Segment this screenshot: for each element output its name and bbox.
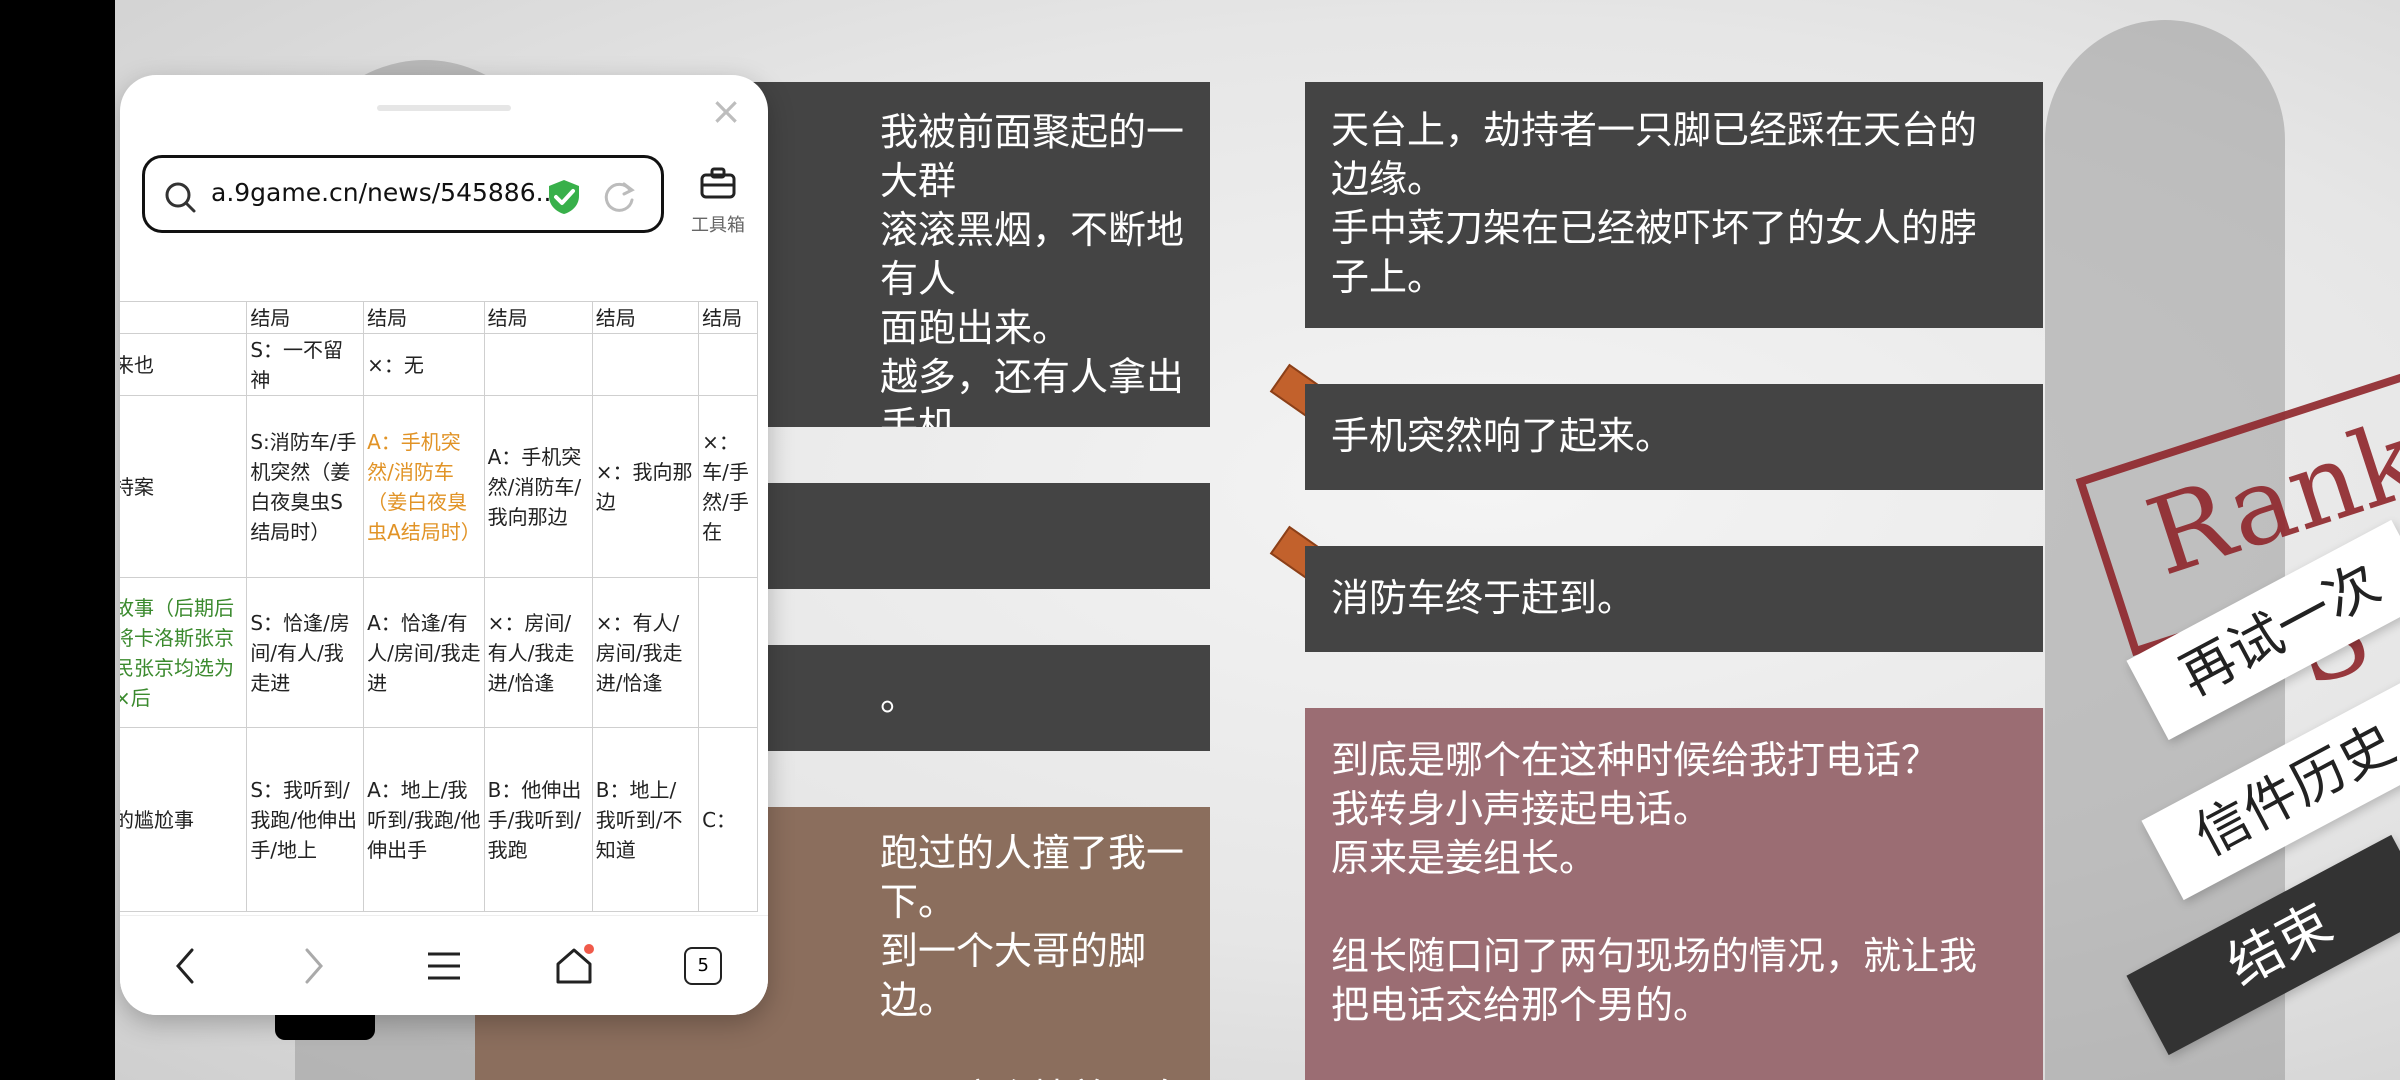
drag-handle[interactable]: [377, 105, 511, 111]
web-content[interactable]: 结局 结局 结局 结局 结局 来也 S：一不留神 ×：无 持案 S:消防车/手机…: [120, 301, 768, 915]
story-card-7: 消防车终于赶到。: [1305, 546, 2043, 652]
table-cell: 结局: [698, 301, 758, 334]
table-cell: 的尴尬事: [120, 727, 248, 912]
table-cell: 结局: [591, 301, 700, 334]
table-cell: C：: [698, 727, 758, 912]
table-cell: B：他伸出手/我听到/我跑: [483, 727, 593, 912]
chevron-right-icon: [305, 948, 324, 984]
table-cell: 持案: [120, 395, 248, 578]
table-row: 故事（后期后将卡洛斯张京民张京均选为×后 S：恰逢/房间/有人/我走进 A：恰逢…: [120, 577, 758, 728]
table-cell: S：我听到/我跑/他伸出手/地上: [246, 727, 365, 912]
table-cell: [698, 333, 758, 396]
table-cell: 结局: [483, 301, 593, 334]
table-cell: A：手机突然/消防车（姜白夜臭虫A结局时）: [363, 395, 485, 578]
table-cell: ×：车/手然/手在: [698, 395, 758, 578]
table-cell: ×：房间/有人/我走进/恰逢: [483, 577, 593, 728]
browser-bottom-nav: 5: [120, 915, 768, 1015]
tabs-count: 5: [684, 947, 723, 985]
url-text[interactable]: a.9game.cn/news/545886...: [211, 178, 559, 207]
table-cell: A：手机突然/消防车/我向那边: [483, 395, 593, 578]
chevron-left-icon: [175, 948, 194, 984]
toolbox-icon: [700, 167, 736, 199]
forward-button[interactable]: [284, 936, 344, 996]
table-cell: [120, 301, 248, 334]
table-cell: A：地上/我听到/我跑/他伸出手: [363, 727, 485, 912]
table-cell: [591, 333, 700, 396]
table-cell: ×：我向那边: [591, 395, 700, 578]
table-header: 结局 结局 结局 结局 结局: [120, 301, 758, 334]
table-cell: [483, 333, 593, 396]
table-row: 的尴尬事 S：我听到/我跑/他伸出手/地上 A：地上/我听到/我跑/他伸出手 B…: [120, 727, 758, 912]
table-row: 持案 S:消防车/手机突然（姜白夜臭虫S结局时） A：手机突然/消防车（姜白夜臭…: [120, 395, 758, 578]
story-card-6: 手机突然响了起来。: [1305, 384, 2043, 490]
toolbox-label: 工具箱: [691, 215, 745, 236]
table-cell: B：地上/我听到/不知道: [591, 727, 700, 912]
shield-icon: [549, 180, 579, 214]
back-button[interactable]: [155, 936, 215, 996]
table-cell: S：恰逢/房间/有人/我走进: [246, 577, 365, 728]
table-cell: S:消防车/手机突然（姜白夜臭虫S结局时）: [246, 395, 365, 578]
menu-button[interactable]: [414, 936, 474, 996]
toolbox-button[interactable]: 工具箱: [683, 163, 753, 237]
table-cell: [698, 577, 758, 728]
table-cell: 结局: [246, 301, 365, 334]
table-cell: 故事（后期后将卡洛斯张京民张京均选为×后: [120, 577, 248, 728]
floating-browser: × a.9game.cn/news/545886... 工具箱 结局 结局 结局…: [120, 75, 768, 1015]
notification-dot: [583, 944, 594, 954]
table-cell: ×：有人/房间/我走进/恰逢: [591, 577, 700, 728]
close-icon[interactable]: ×: [708, 92, 744, 130]
endings-table: 结局 结局 结局 结局 结局 来也 S：一不留神 ×：无 持案 S:消防车/手机…: [120, 301, 758, 912]
tabs-button[interactable]: 5: [673, 936, 733, 996]
table-cell: ×：无: [363, 333, 485, 396]
table-cell: A：恰逢/有人/房间/我走进: [363, 577, 485, 728]
story-card-5: 天台上，劫持者一只脚已经踩在天台的 边缘。 手中菜刀架在已经被吓坏了的女人的脖 …: [1305, 82, 2043, 328]
menu-icon: [427, 952, 460, 980]
search-icon: [165, 182, 196, 213]
reload-icon[interactable]: [600, 178, 638, 216]
table-row: 来也 S：一不留神 ×：无: [120, 333, 758, 396]
home-button[interactable]: [544, 936, 604, 996]
story-card-8: 到底是哪个在这种时候给我打电话？ 我转身小声接起电话。 原来是姜组长。 组长随口…: [1305, 708, 2043, 1080]
address-bar[interactable]: a.9game.cn/news/545886...: [142, 155, 664, 233]
table-cell: 结局: [363, 301, 485, 334]
table-cell: 来也: [120, 333, 248, 396]
table-cell: S：一不留神: [246, 333, 365, 396]
